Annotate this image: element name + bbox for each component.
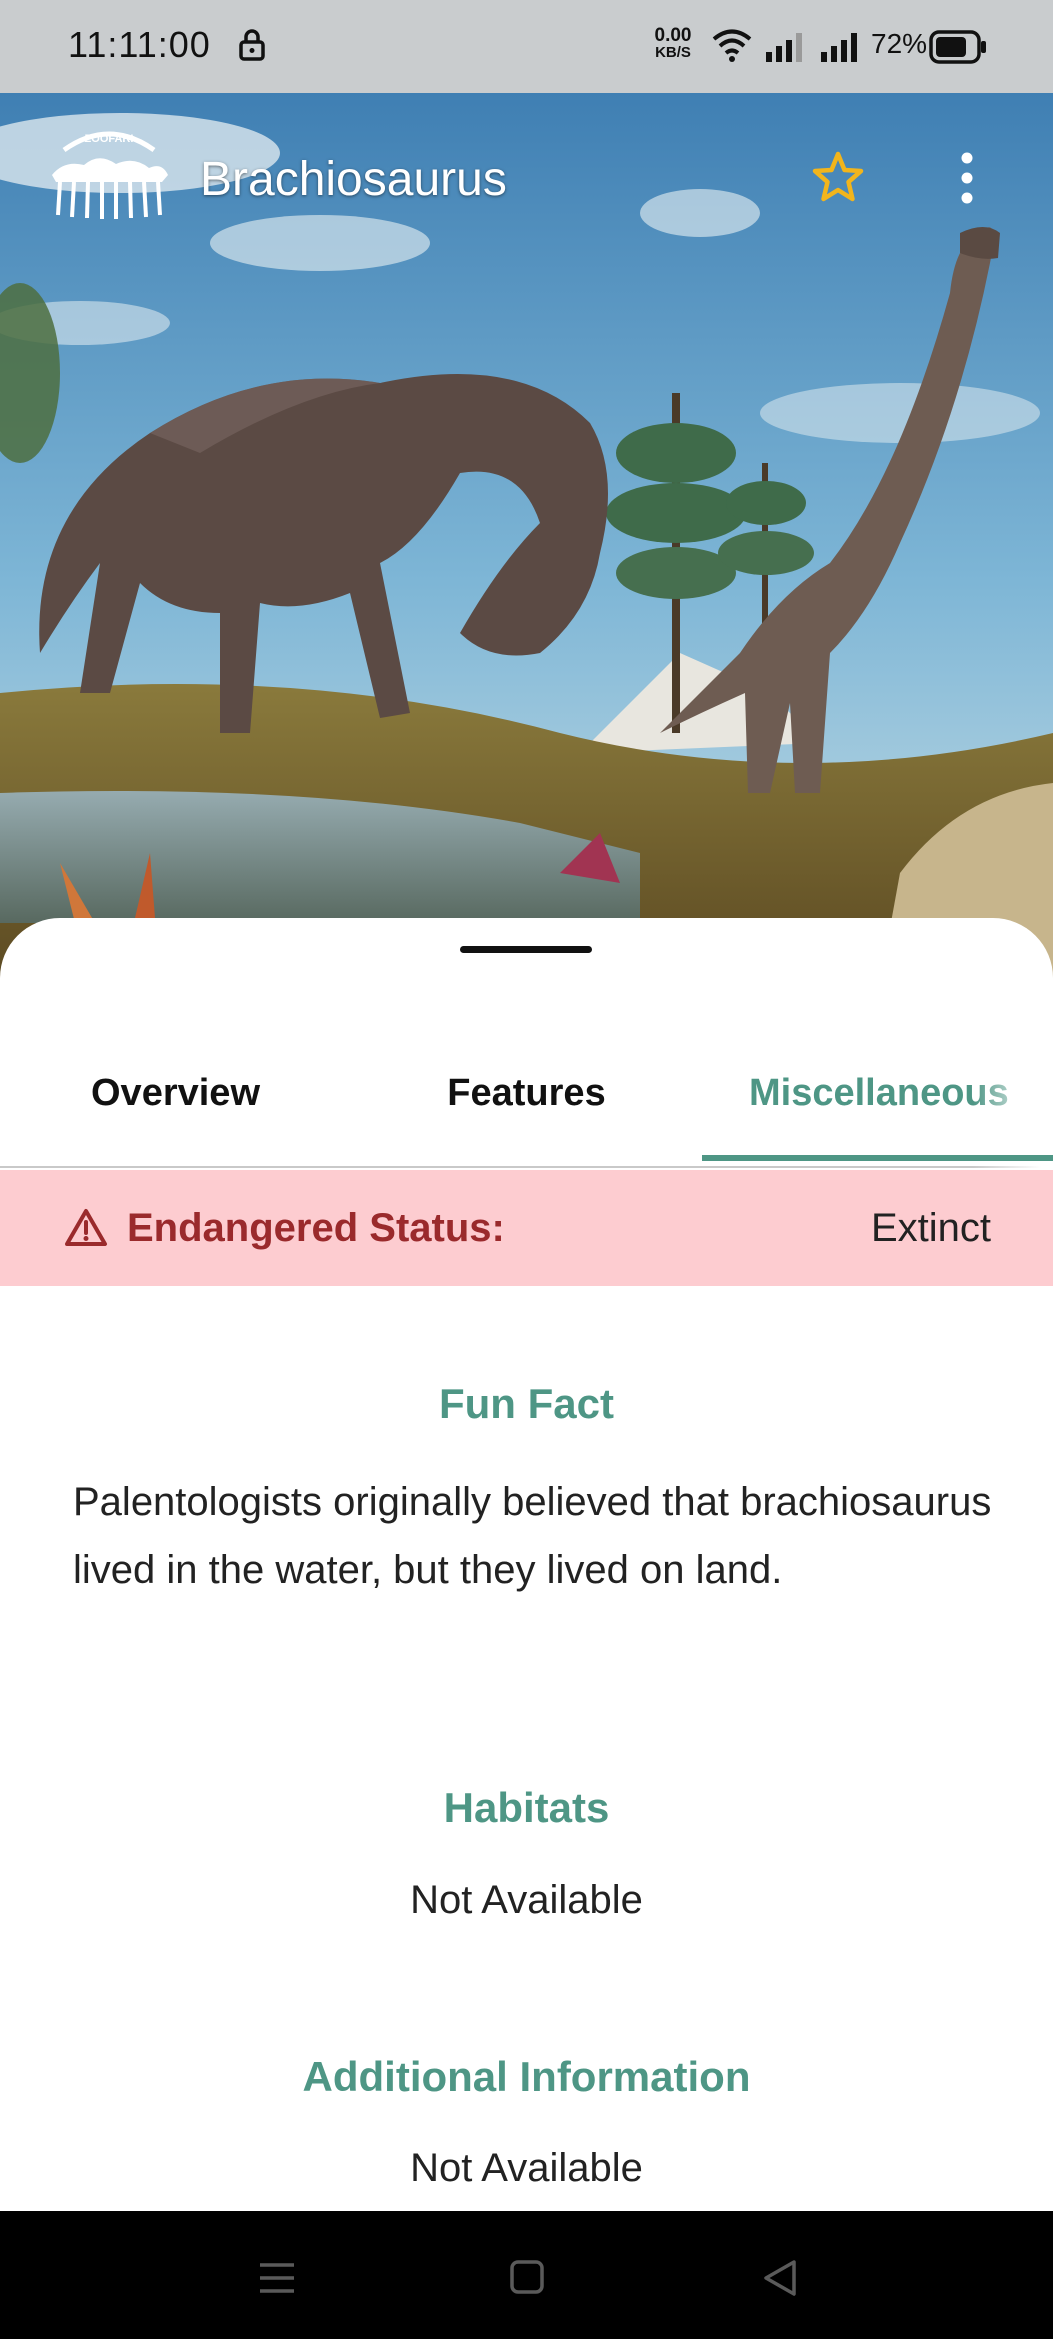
tab-bar: Overview Features Miscellaneous [0, 1018, 1053, 1168]
dinosaur-scene-illustration [0, 93, 1053, 983]
signal-icon [766, 33, 802, 62]
battery-icon [929, 30, 986, 64]
fun-fact-text: Palentologists originally believed that … [73, 1480, 992, 1592]
signal-icon-2 [821, 33, 857, 62]
endangered-status-label: Endangered Status: [127, 1206, 505, 1250]
endangered-status-row: Endangered Status: Extinct [0, 1170, 1053, 1286]
tab-selected-indicator [702, 1155, 1053, 1161]
habitats-title: Habitats [443, 1784, 610, 1831]
network-speed-value: 0.00 [654, 25, 692, 46]
warning-triangle-icon [65, 1209, 107, 1246]
page-title: Brachiosaurus [200, 153, 507, 206]
habitats-value: Not Available [410, 1878, 643, 1922]
lock-icon [239, 29, 265, 61]
additional-information-title: Additional Information [302, 2053, 751, 2100]
drag-handle[interactable] [460, 946, 592, 953]
back-triangle-icon[interactable] [762, 2259, 798, 2297]
menu-icon[interactable] [258, 2261, 296, 2295]
network-speed-unit: KB/S [655, 44, 691, 61]
system-nav-bar [0, 2211, 1053, 2339]
home-square-icon[interactable] [510, 2260, 544, 2294]
battery-percent: 72% [871, 28, 928, 59]
tab-overview-label: Overview [91, 1071, 260, 1114]
tab-miscellaneous-label: Miscellaneous [749, 1071, 1009, 1114]
additional-information-value: Not Available [410, 2146, 643, 2190]
more-vertical-icon[interactable] [955, 152, 979, 204]
network-speed: 0.00 KB/S [645, 26, 701, 61]
zoofari-logo[interactable]: ZOOFARI [44, 120, 174, 220]
fun-fact-title: Fun Fact [439, 1380, 614, 1427]
star-outline-icon[interactable] [810, 150, 866, 206]
hero-image [0, 93, 1053, 983]
tab-features-label: Features [447, 1071, 606, 1114]
details-sheet: Overview Features Miscellaneous Endanger… [0, 918, 1053, 2211]
status-time: 11:11:00 [68, 24, 211, 65]
tab-overview[interactable]: Overview [0, 1018, 351, 1168]
tab-features[interactable]: Features [351, 1018, 702, 1168]
logo-text: ZOOFARI [85, 133, 134, 145]
tab-miscellaneous[interactable]: Miscellaneous [702, 1018, 1053, 1168]
endangered-status-value: Extinct [870, 1206, 991, 1250]
status-bar: 11:11:00 0.00 KB/S 72% [0, 0, 1053, 93]
wifi-icon [712, 29, 752, 62]
